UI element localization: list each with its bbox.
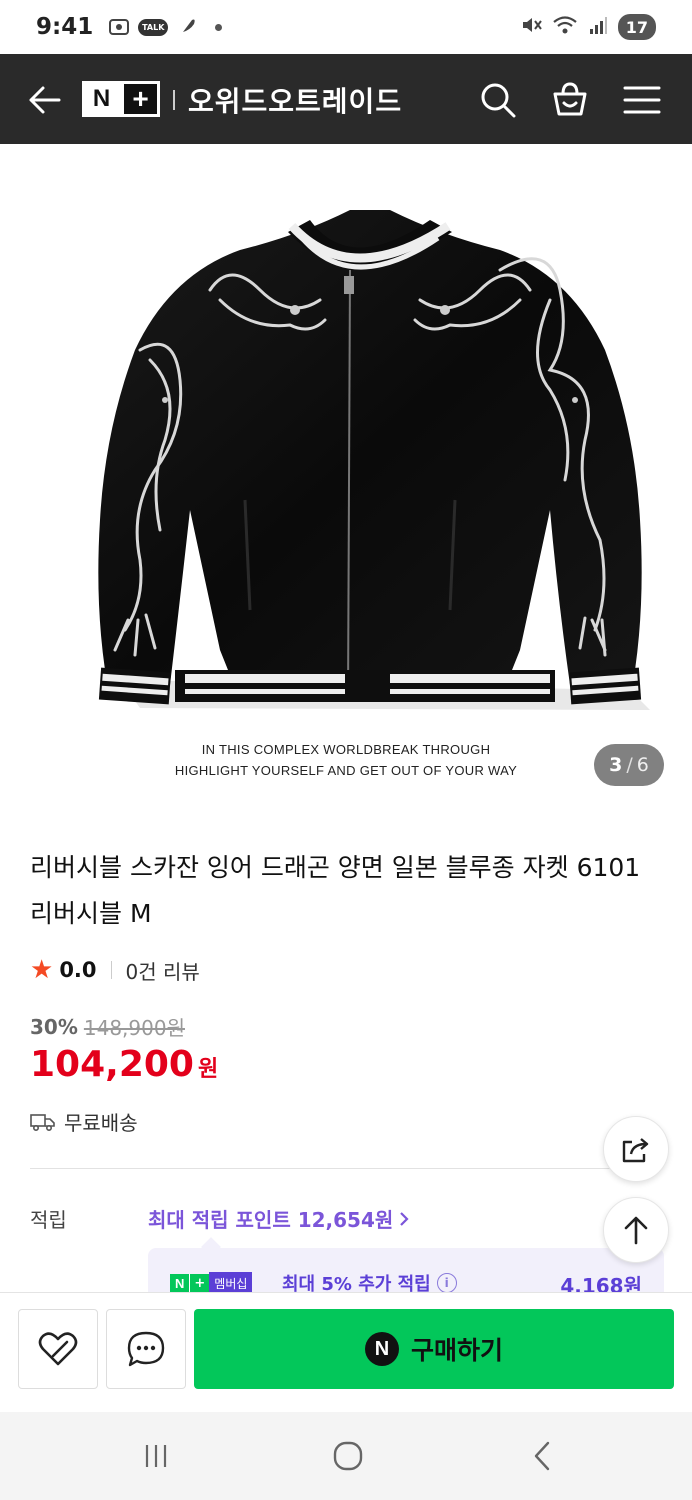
star-icon: ★ bbox=[30, 955, 54, 985]
app-header: N + 오위드오트레이드 bbox=[0, 54, 692, 144]
shipping-text: 무료배송 bbox=[64, 1111, 138, 1135]
back-arrow-icon bbox=[29, 86, 61, 114]
battery-indicator: 17 bbox=[617, 14, 656, 40]
image-tagline-line1: IN THIS COMPLEX WORLDBREAK THROUGH bbox=[201, 742, 491, 757]
feather-icon bbox=[175, 16, 199, 38]
more-notifications-dot bbox=[215, 23, 223, 31]
discount-rate: 30% bbox=[30, 1014, 78, 1039]
info-icon[interactable]: i bbox=[436, 1273, 457, 1293]
recent-apps-button[interactable] bbox=[136, 1436, 176, 1476]
system-icons: 17 bbox=[520, 14, 656, 40]
max-points-link[interactable]: 최대 적립 포인트 12,654원 bbox=[148, 1204, 409, 1233]
cart-button[interactable] bbox=[548, 78, 592, 122]
chevron-right-icon bbox=[400, 1211, 409, 1226]
notification-icons: TALK bbox=[107, 16, 223, 38]
menu-button[interactable] bbox=[620, 78, 664, 122]
points-label: 적립 bbox=[30, 1208, 67, 1232]
back-button[interactable] bbox=[24, 80, 64, 120]
home-icon bbox=[333, 1441, 363, 1471]
home-button[interactable] bbox=[328, 1436, 368, 1476]
product-image-gallery[interactable]: IN THIS COMPLEX WORLDBREAK THROUGH HIGHL… bbox=[0, 144, 692, 794]
rating-value: 0.0 bbox=[59, 958, 97, 982]
naver-plus-membership-badge: N + 멤버십 bbox=[170, 1271, 253, 1295]
kakaotalk-icon: TALK bbox=[138, 16, 169, 38]
image-tagline-line2: HIGHLIGHT YOURSELF AND GET OUT OF YOUR W… bbox=[174, 763, 518, 778]
screenshot-icon bbox=[107, 16, 131, 38]
system-back-button[interactable] bbox=[522, 1436, 562, 1476]
arrow-up-icon bbox=[624, 1216, 648, 1245]
recent-apps-icon bbox=[145, 1445, 167, 1467]
menu-icon bbox=[623, 86, 661, 114]
system-nav-bar bbox=[0, 1412, 692, 1500]
truck-icon bbox=[30, 1113, 55, 1131]
chevron-left-icon bbox=[534, 1441, 550, 1471]
cart-icon bbox=[553, 82, 587, 116]
max-points-text: 최대 적립 포인트 12,654원 bbox=[148, 1208, 394, 1232]
review-count-link[interactable]: 0건 리뷰 bbox=[126, 956, 200, 985]
rating-divider bbox=[110, 961, 112, 979]
buy-label: 구매하기 bbox=[410, 1336, 503, 1365]
wifi-icon bbox=[552, 14, 578, 40]
discount-row: 30% 148,900원 bbox=[30, 1012, 185, 1041]
search-icon bbox=[481, 83, 516, 118]
price-value: 104,200 bbox=[30, 1044, 194, 1085]
naver-pay-icon: N bbox=[364, 1332, 399, 1366]
share-icon bbox=[622, 1138, 649, 1163]
mute-icon bbox=[520, 14, 542, 40]
bottom-action-bar: N 구매하기 bbox=[0, 1292, 692, 1412]
original-price: 148,900원 bbox=[83, 1016, 185, 1040]
scroll-top-button[interactable] bbox=[603, 1197, 669, 1263]
heart-icon bbox=[38, 1332, 78, 1366]
search-button[interactable] bbox=[476, 78, 520, 122]
status-time: 9:41 bbox=[36, 14, 94, 40]
shipping-info: 무료배송 bbox=[30, 1107, 138, 1136]
signal-icon bbox=[588, 15, 608, 39]
sale-price: 104,200 원 bbox=[30, 1044, 218, 1085]
product-title: 리버시블 스카잔 잉어 드래곤 양면 일본 블루종 자켓 6101 리버시블 M bbox=[30, 853, 641, 928]
talk-talk-button[interactable] bbox=[106, 1309, 186, 1389]
price-unit: 원 bbox=[197, 1057, 219, 1082]
jacket-image bbox=[98, 210, 650, 710]
chat-bubble-icon bbox=[127, 1331, 165, 1367]
rating-row: ★ 0.0 0건 리뷰 bbox=[30, 955, 200, 985]
buy-button[interactable]: N 구매하기 bbox=[194, 1309, 674, 1389]
naver-plus-logo[interactable]: N + bbox=[82, 81, 160, 117]
status-bar: 9:41 TALK 17 bbox=[0, 0, 692, 54]
image-counter: 3 / 6 bbox=[594, 744, 664, 786]
wishlist-button[interactable] bbox=[18, 1309, 98, 1389]
section-divider bbox=[30, 1168, 662, 1169]
header-divider bbox=[173, 90, 175, 110]
store-name[interactable]: 오위드오트레이드 bbox=[188, 80, 402, 120]
share-button[interactable] bbox=[603, 1116, 669, 1182]
